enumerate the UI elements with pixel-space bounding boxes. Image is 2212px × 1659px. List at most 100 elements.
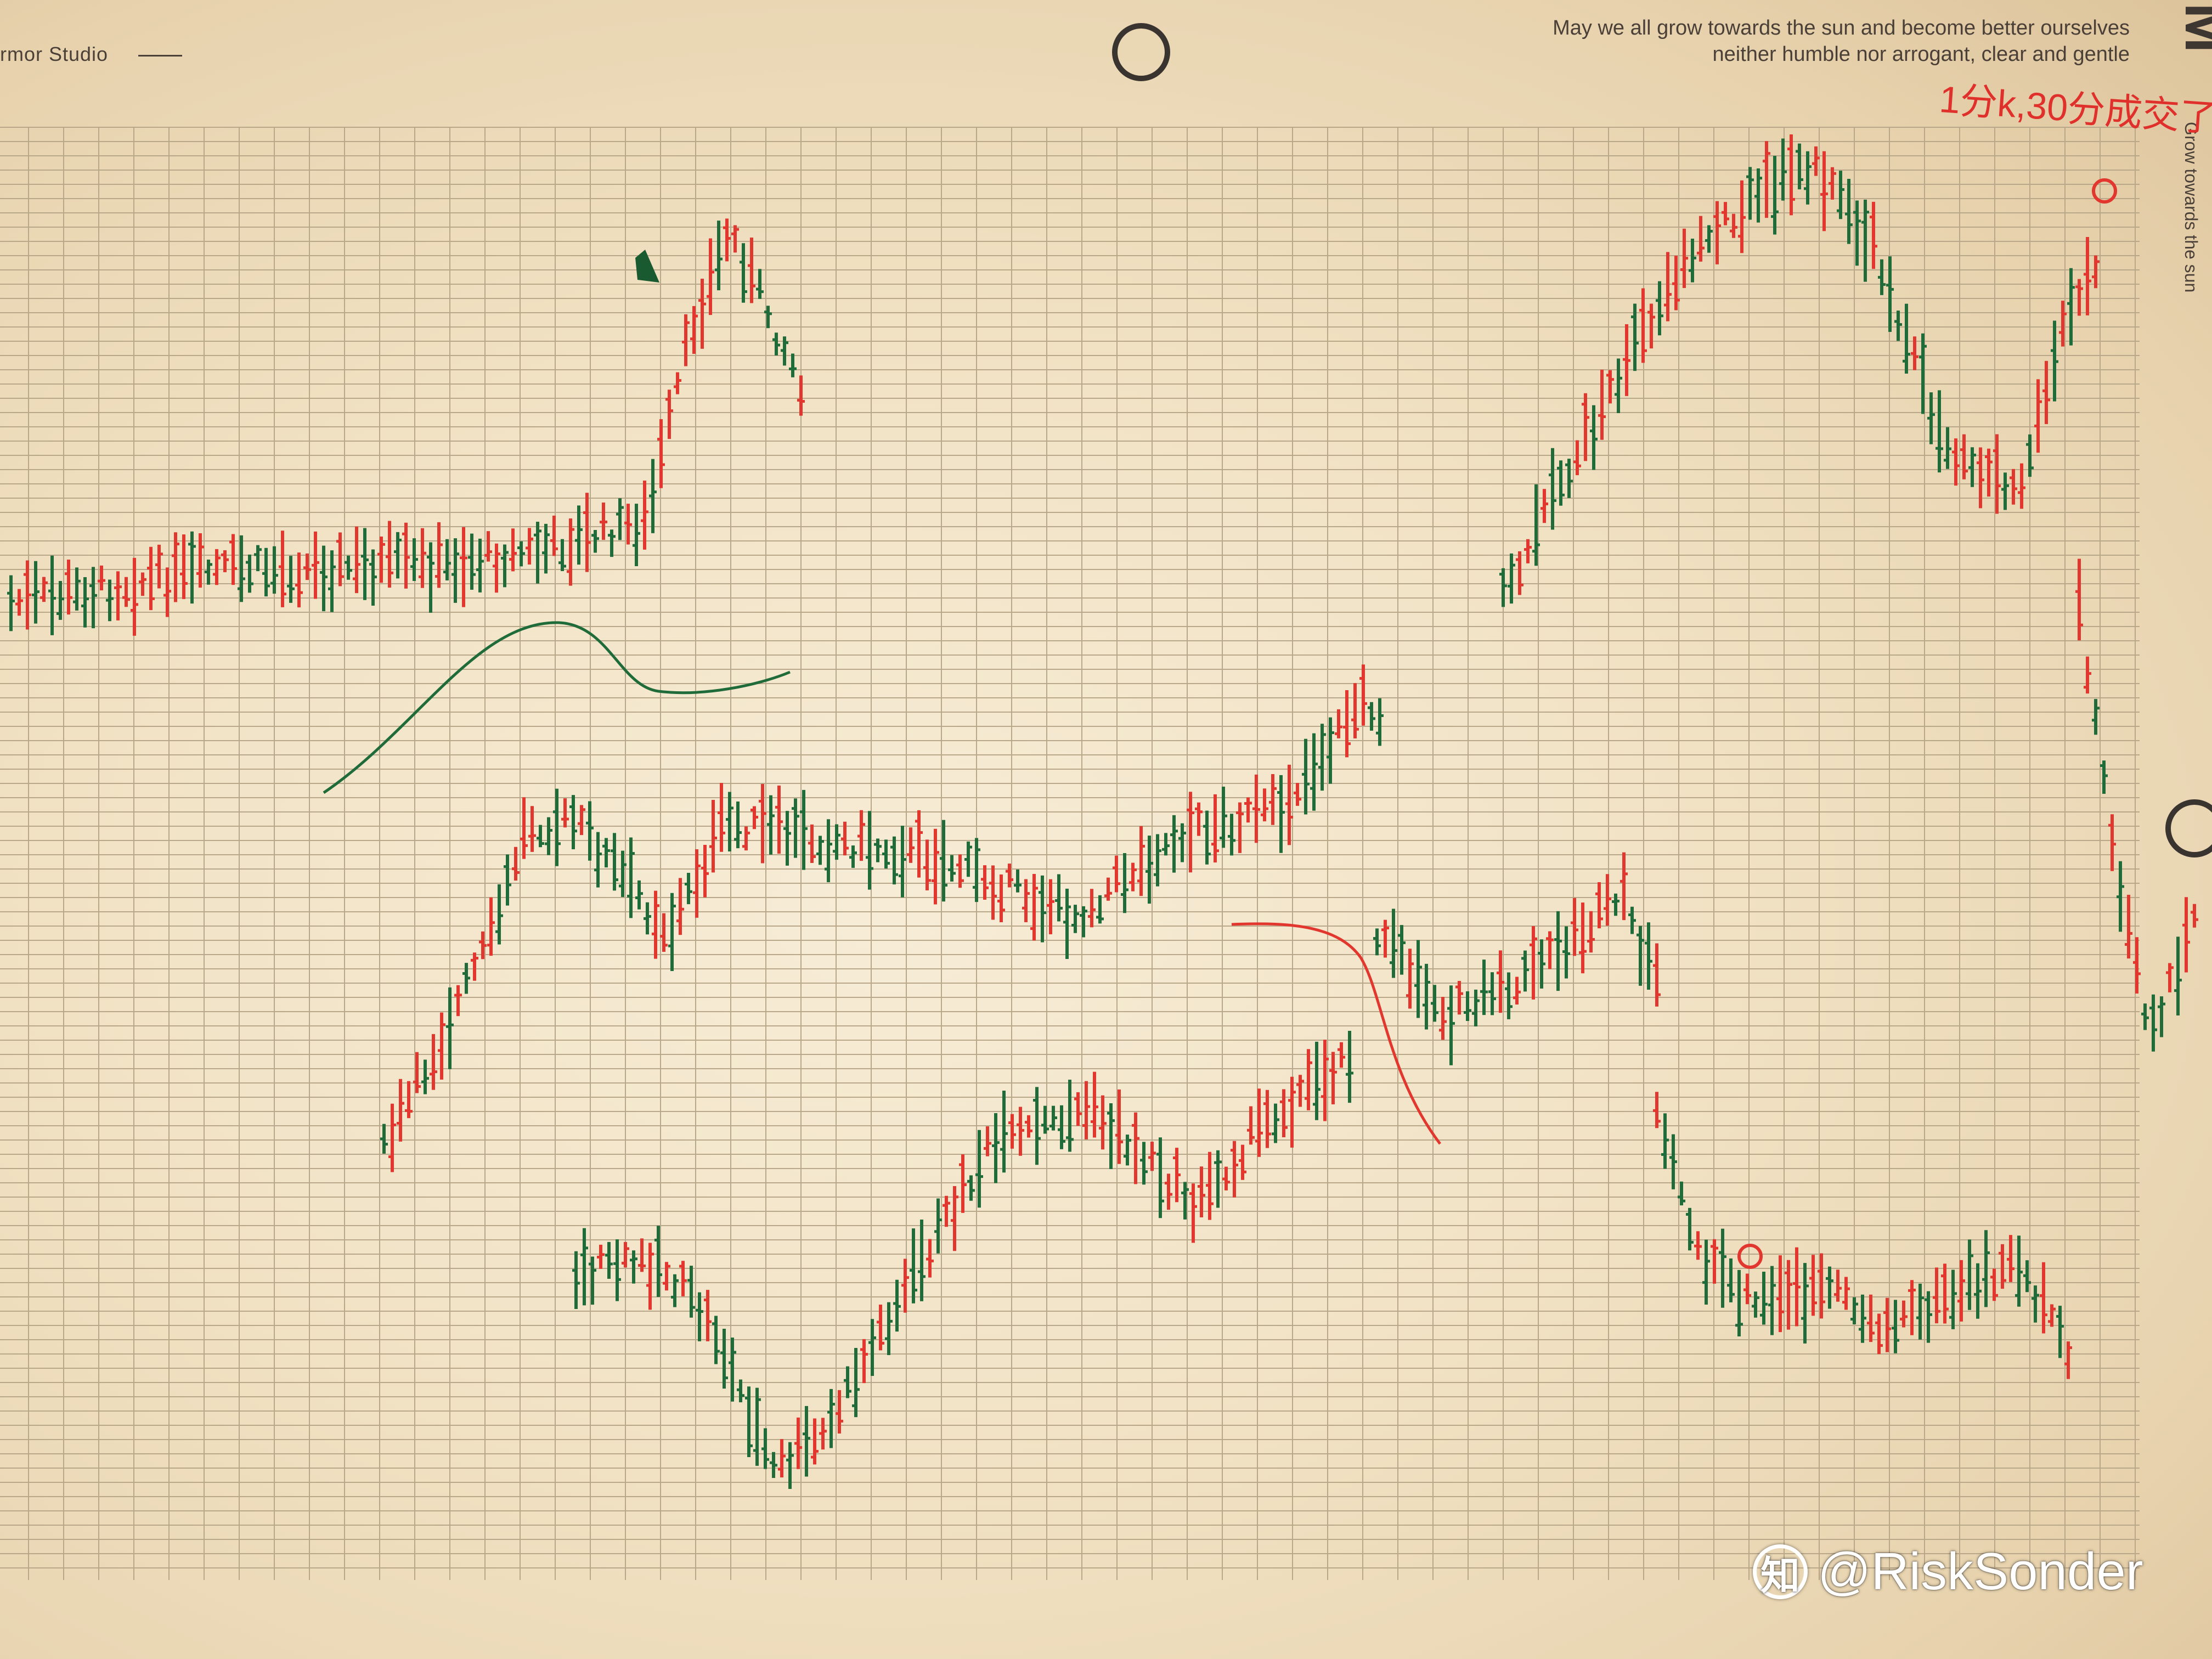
price-bar: [1771, 156, 1779, 235]
price-bar: [1165, 1173, 1172, 1210]
price-bar: [663, 1262, 670, 1291]
price-bar: [1639, 288, 1647, 363]
price-bar: [611, 833, 618, 891]
price-bar: [2158, 996, 2165, 1037]
price-bar: [646, 1243, 654, 1310]
price-bar: [726, 792, 733, 852]
price-bar: [2117, 861, 2124, 932]
price-bar: [1875, 1313, 1883, 1355]
price-bar: [1705, 225, 1713, 253]
price-bar: [696, 1292, 703, 1341]
price-bar: [1148, 1141, 1156, 1171]
price-bar: [1903, 303, 1910, 374]
price-bar: [1908, 1280, 1916, 1335]
price-bar: [2056, 1306, 2064, 1358]
price-bar: [671, 1274, 679, 1307]
price-bar: [1189, 1183, 1197, 1243]
price-bar: [1933, 1267, 1940, 1324]
price-bar: [866, 811, 873, 890]
motto-line-1: May we all grow towards the sun and beco…: [1553, 16, 2130, 40]
price-bar: [709, 799, 717, 873]
price-bar: [723, 218, 731, 262]
price-bar: [959, 1154, 967, 1213]
price-bar: [1598, 369, 1606, 440]
price-bar: [600, 502, 607, 540]
price-bar: [1082, 1081, 1090, 1139]
price-bar: [1842, 1277, 1850, 1310]
price-bar: [1329, 1052, 1337, 1105]
price-bar: [685, 873, 692, 905]
price-bar: [808, 824, 816, 863]
price-bar: [901, 1259, 909, 1313]
price-bar: [1014, 869, 1022, 893]
price-bar: [397, 1079, 404, 1142]
price-bar: [1113, 855, 1120, 893]
price-bar: [915, 810, 923, 878]
price-bar: [1579, 902, 1587, 974]
price-bar: [868, 1319, 876, 1376]
price-bar: [1702, 1239, 1710, 1305]
price-bar: [1346, 1030, 1353, 1103]
price-bar: [1244, 797, 1252, 823]
price-bar: [633, 504, 640, 567]
price-bar: [1269, 774, 1277, 825]
price-bar: [1414, 940, 1422, 1018]
graph-grid: [0, 127, 2140, 1580]
price-bar: [1669, 1134, 1677, 1189]
price-bar: [2051, 320, 2058, 402]
price-bar: [369, 549, 377, 606]
price-bar: [1711, 1239, 1718, 1284]
price-bar: [1373, 928, 1381, 956]
price-bar: [1966, 1239, 1973, 1310]
price-bar: [893, 1279, 901, 1332]
price-bar: [1296, 1075, 1304, 1107]
price-bar: [918, 1220, 926, 1301]
price-bar: [992, 1113, 1000, 1183]
price-bar: [1554, 911, 1562, 991]
price-bar: [1351, 683, 1359, 738]
price-bar: [704, 1290, 712, 1341]
price-bar: [1071, 905, 1079, 933]
price-bar: [1549, 448, 1556, 530]
price-bar: [1107, 1103, 1115, 1170]
price-bar: [1261, 788, 1268, 822]
price-bar: [964, 841, 972, 877]
price-bar: [660, 913, 668, 952]
price-bar: [509, 528, 517, 572]
price-bar: [1381, 919, 1389, 958]
price-bar: [701, 845, 709, 898]
price-bar: [1590, 405, 1598, 470]
price-bar: [1925, 1291, 1932, 1343]
price-bar: [1900, 1300, 1908, 1328]
price-bar: [122, 577, 130, 607]
price-bar: [1760, 1271, 1768, 1325]
price-bar: [254, 545, 262, 572]
price-bar: [2100, 760, 2108, 794]
price-bar: [520, 797, 528, 859]
price-bar: [1620, 852, 1628, 921]
price-bar: [926, 1239, 934, 1278]
price-bar: [1615, 358, 1622, 413]
zhihu-logo-icon: 知: [1753, 1544, 1808, 1599]
price-bar: [65, 559, 72, 615]
price-bar: [1239, 1144, 1246, 1180]
price-bar: [1310, 733, 1318, 811]
price-bar: [586, 801, 594, 861]
price-bar: [1513, 977, 1521, 1005]
watermark: 知 @RiskSonder: [1753, 1542, 2143, 1602]
price-bar: [1214, 1150, 1222, 1208]
price-bar: [770, 1452, 777, 1479]
price-bar: [825, 819, 832, 883]
corner-letter: M: [2172, 3, 2212, 53]
price-bar: [981, 865, 989, 900]
price-bar: [613, 1239, 621, 1301]
price-bar: [462, 963, 470, 994]
price-bar: [1587, 911, 1595, 953]
price-bar: [1173, 1148, 1181, 1203]
price-bar: [468, 533, 476, 590]
price-bar: [2064, 1341, 2072, 1379]
price-bar: [1952, 438, 1960, 486]
price-bar: [353, 526, 360, 594]
price-bar: [493, 543, 500, 593]
price-bar: [1990, 1268, 1998, 1301]
